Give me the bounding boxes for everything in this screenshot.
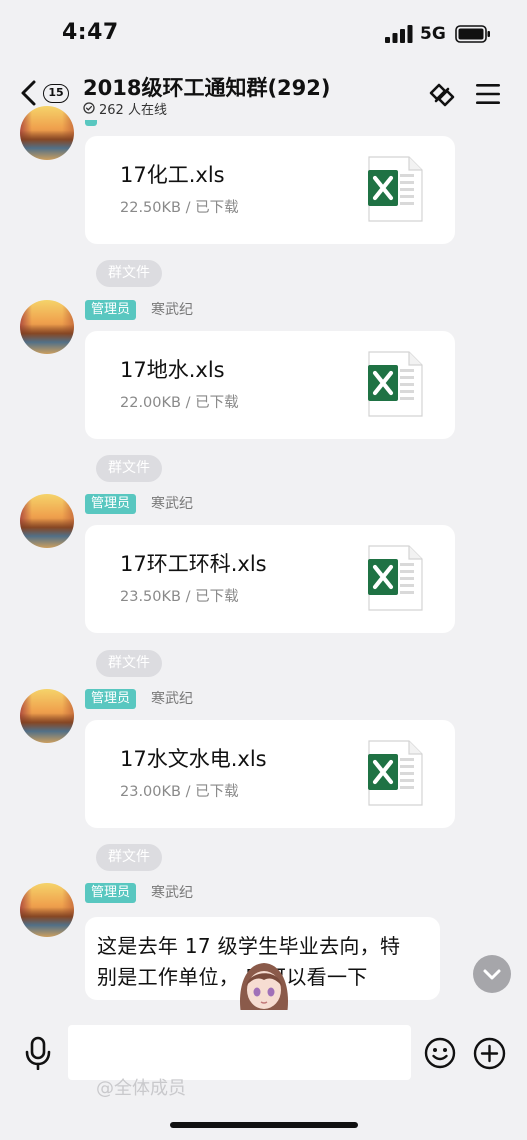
sender-name[interactable]: 寒武纪 xyxy=(151,300,193,320)
mention-all-hint: @全体成员 xyxy=(96,1078,186,1099)
status-time: 4:47 xyxy=(62,20,119,45)
file-card[interactable]: 17化工.xls 22.50KB / 已下载 xyxy=(85,136,455,244)
input-bar: @全体成员 xyxy=(0,1010,527,1140)
microphone-icon[interactable] xyxy=(24,1036,52,1070)
signal-strength-icon xyxy=(385,25,413,43)
battery-icon xyxy=(455,25,490,43)
admin-badge: 管理员 xyxy=(85,300,137,320)
excel-file-icon xyxy=(368,545,423,611)
excel-file-icon xyxy=(368,351,423,417)
file-meta: 22.50KB / 已下载 xyxy=(120,200,239,216)
avatar[interactable] xyxy=(20,106,74,160)
file-card[interactable]: 17水文水电.xls 23.00KB / 已下载 xyxy=(85,720,455,828)
sender-name[interactable]: 寒武纪 xyxy=(151,494,193,514)
unread-count-badge[interactable]: 15 xyxy=(43,84,69,103)
network-type: 5G xyxy=(420,24,446,44)
status-bar: 4:47 5G xyxy=(0,0,527,70)
online-count-text: 262 人在线 xyxy=(99,102,167,118)
file-card[interactable]: 17地水.xls 22.00KB / 已下载 xyxy=(85,331,455,439)
sender-name[interactable]: 寒武纪 xyxy=(151,883,193,903)
avatar[interactable] xyxy=(20,689,74,743)
group-file-pill: 群文件 xyxy=(96,455,162,482)
excel-file-icon xyxy=(368,740,423,806)
online-status[interactable]: 262 人在线 xyxy=(83,100,167,118)
admin-badge: 管理员 xyxy=(85,883,137,903)
file-name: 17环工环科.xls xyxy=(120,552,267,576)
chevron-down-icon xyxy=(483,969,501,980)
file-name: 17地水.xls xyxy=(120,358,225,382)
avatar[interactable] xyxy=(20,494,74,548)
file-meta: 23.50KB / 已下载 xyxy=(120,589,239,605)
emoji-icon[interactable] xyxy=(424,1037,456,1069)
scroll-to-bottom-button[interactable] xyxy=(473,955,511,993)
file-name: 17化工.xls xyxy=(120,163,225,187)
group-file-pill: 群文件 xyxy=(96,844,162,871)
group-file-pill: 群文件 xyxy=(96,260,162,287)
admin-badge: 管理员 xyxy=(85,494,137,514)
avatar[interactable] xyxy=(20,300,74,354)
file-name: 17水文水电.xls xyxy=(120,747,267,771)
message-input[interactable] xyxy=(68,1025,411,1080)
share-link-icon[interactable] xyxy=(426,79,458,111)
home-indicator[interactable] xyxy=(170,1122,358,1128)
file-meta: 22.00KB / 已下载 xyxy=(120,395,239,411)
anime-girl-sticker-icon[interactable] xyxy=(235,958,293,1014)
excel-file-icon xyxy=(368,156,423,222)
admin-badge: 管理员 xyxy=(85,689,137,709)
avatar[interactable] xyxy=(20,883,74,937)
back-arrow-icon[interactable] xyxy=(18,79,40,107)
sender-name[interactable]: 寒武纪 xyxy=(151,689,193,709)
file-card[interactable]: 17环工环科.xls 23.50KB / 已下载 xyxy=(85,525,455,633)
online-check-icon xyxy=(83,102,95,114)
group-file-pill: 群文件 xyxy=(96,650,162,677)
chat-header: 15 2018级环工通知群(292) 262 人在线 xyxy=(0,70,527,122)
file-meta: 23.00KB / 已下载 xyxy=(120,784,239,800)
menu-icon[interactable] xyxy=(475,82,501,106)
plus-icon[interactable] xyxy=(473,1037,506,1070)
group-title[interactable]: 2018级环工通知群(292) xyxy=(83,72,330,102)
